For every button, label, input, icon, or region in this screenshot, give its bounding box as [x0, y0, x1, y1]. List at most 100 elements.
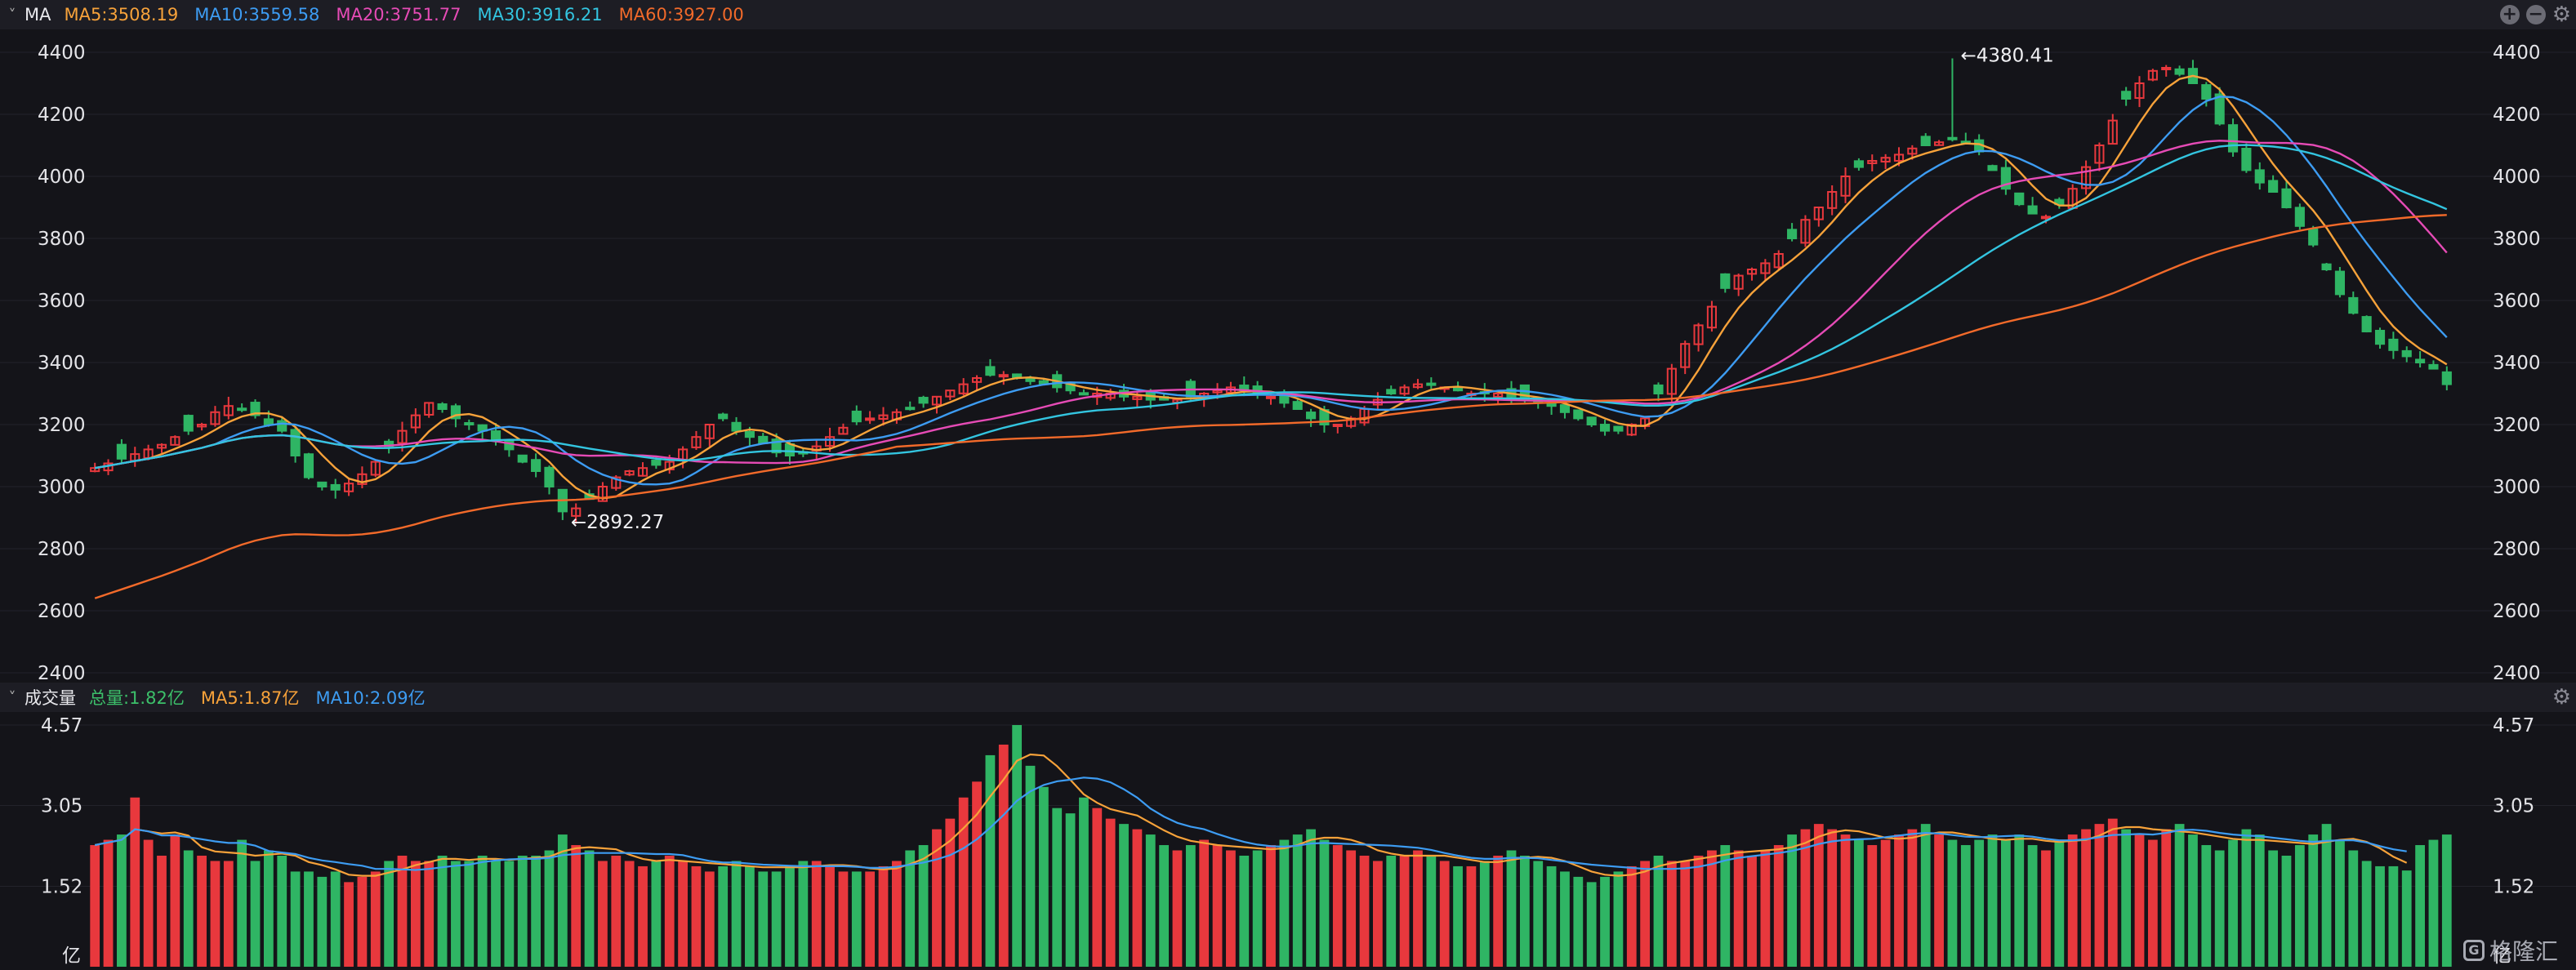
collapse-toggle-icon[interactable]: ˅: [0, 7, 25, 24]
y-tick-label-right: 2600: [2493, 601, 2541, 622]
candle-body: [2201, 84, 2212, 100]
volume-bar: [1907, 829, 1918, 967]
volume-bar: [1413, 850, 1423, 967]
candle-body: [2027, 205, 2038, 215]
volume-bar: [2014, 834, 2025, 967]
volume-bar: [1453, 865, 1463, 967]
volume-bar: [1466, 865, 1477, 967]
volume-title: 成交量: [25, 688, 76, 708]
volume-bar: [704, 871, 715, 967]
volume-bar: [2107, 818, 2118, 967]
y-tick-label-right: 3200: [2493, 415, 2541, 436]
volume-tick-label-left: 1.52: [41, 877, 82, 898]
gear-icon[interactable]: ⚙: [2552, 4, 2571, 25]
candle-body: [517, 454, 528, 463]
volume-bar: [2361, 861, 2372, 967]
volume-bar: [1666, 861, 1677, 967]
volume-bar: [424, 861, 435, 967]
volume-bar: [2134, 834, 2145, 967]
volume-bar: [758, 871, 769, 967]
candle-body: [437, 403, 448, 411]
volume-bar: [1974, 839, 1985, 967]
volume-bar: [811, 861, 822, 967]
volume-bar: [1025, 765, 1036, 967]
volume-bar: [745, 865, 755, 967]
volume-bar: [985, 754, 996, 967]
candle-body: [263, 418, 274, 425]
volume-bar: [2401, 870, 2412, 967]
volume-bar: [771, 871, 782, 967]
y-tick-label-left: 4000: [38, 167, 86, 188]
candle-body: [744, 430, 755, 438]
gear-icon[interactable]: ⚙: [2552, 687, 2571, 708]
volume-bar: [1533, 861, 1544, 967]
ma-legend-item: MA10:3559.58: [194, 5, 320, 24]
candle-body: [1386, 389, 1397, 395]
volume-bar: [1266, 845, 1276, 967]
candle-body: [865, 417, 876, 421]
ma-legend-item: MA30:3916.21: [477, 5, 603, 24]
volume-bar: [1827, 829, 1838, 967]
volume-bar: [1640, 861, 1651, 967]
candle-body: [544, 466, 555, 488]
volume-bar: [1052, 808, 1063, 967]
candle-body: [2214, 93, 2225, 125]
volume-bar: [891, 861, 902, 967]
volume-bar: [1787, 834, 1797, 967]
candle-body: [1613, 425, 1624, 432]
volume-bar: [584, 850, 595, 967]
volume-legend: 总量:1.82亿 MA5:1.87亿 MA10:2.09亿: [89, 685, 442, 710]
candle-body: [2348, 296, 2359, 314]
volume-bar: [357, 876, 368, 967]
candle-body: [2174, 68, 2185, 75]
volume-bar: [197, 855, 207, 967]
candle-body: [784, 443, 796, 456]
volume-bar: [838, 871, 849, 967]
volume-bar: [344, 882, 354, 967]
y-tick-label-left: 4400: [38, 42, 86, 64]
volume-bar: [183, 850, 194, 967]
volume-bar: [1800, 829, 1811, 967]
volume-bar: [397, 855, 408, 967]
volume-bar: [865, 871, 876, 967]
volume-bar: [958, 797, 969, 967]
volume-bar: [2335, 839, 2345, 967]
ma-line-ma10: [94, 96, 2448, 486]
candle-body: [490, 430, 501, 442]
collapse-toggle-icon[interactable]: ˅: [0, 689, 25, 706]
price-indicator-header: ˅ MA MA5:3508.19 MA10:3559.58 MA20:3751.77…: [0, 0, 2576, 29]
volume-bar: [1653, 855, 1664, 967]
volume-bar: [290, 871, 301, 967]
volume-bar: [2027, 845, 2038, 967]
y-tick-label-left: 3000: [38, 477, 86, 498]
candle-body: [1332, 424, 1343, 427]
volume-bar: [598, 861, 608, 967]
volume-bar: [117, 834, 127, 967]
candle-body: [330, 483, 341, 491]
extreme-value-annotation: ←4380.41: [1960, 45, 2053, 66]
volume-bar: [1934, 834, 1944, 967]
candle-body: [531, 459, 541, 473]
volume-bar: [1840, 834, 1851, 967]
volume-bar: [611, 855, 622, 967]
candles: [90, 58, 2452, 524]
volume-bar: [504, 861, 515, 967]
volume-bar: [1573, 876, 1584, 967]
candle-body: [1292, 401, 1303, 410]
volume-bar: [1733, 850, 1744, 967]
remove-icon[interactable]: −: [2525, 5, 2546, 24]
candle-body: [1586, 416, 1597, 425]
volume-bar: [1212, 845, 1223, 967]
volume-bar: [1987, 834, 1998, 967]
volume-bar: [851, 871, 862, 967]
volume-bar: [2348, 850, 2359, 967]
volume-bar: [1546, 865, 1557, 967]
vol-legend-item: MA5:1.87亿: [200, 688, 300, 708]
volume-bar: [651, 861, 662, 967]
volume-bar: [304, 871, 314, 967]
volume-bar: [2147, 839, 2158, 967]
add-icon[interactable]: +: [2499, 5, 2520, 24]
volume-tick-label-left: 3.05: [41, 795, 82, 816]
candle-body: [1599, 424, 1611, 432]
volume-bar: [1279, 839, 1290, 967]
